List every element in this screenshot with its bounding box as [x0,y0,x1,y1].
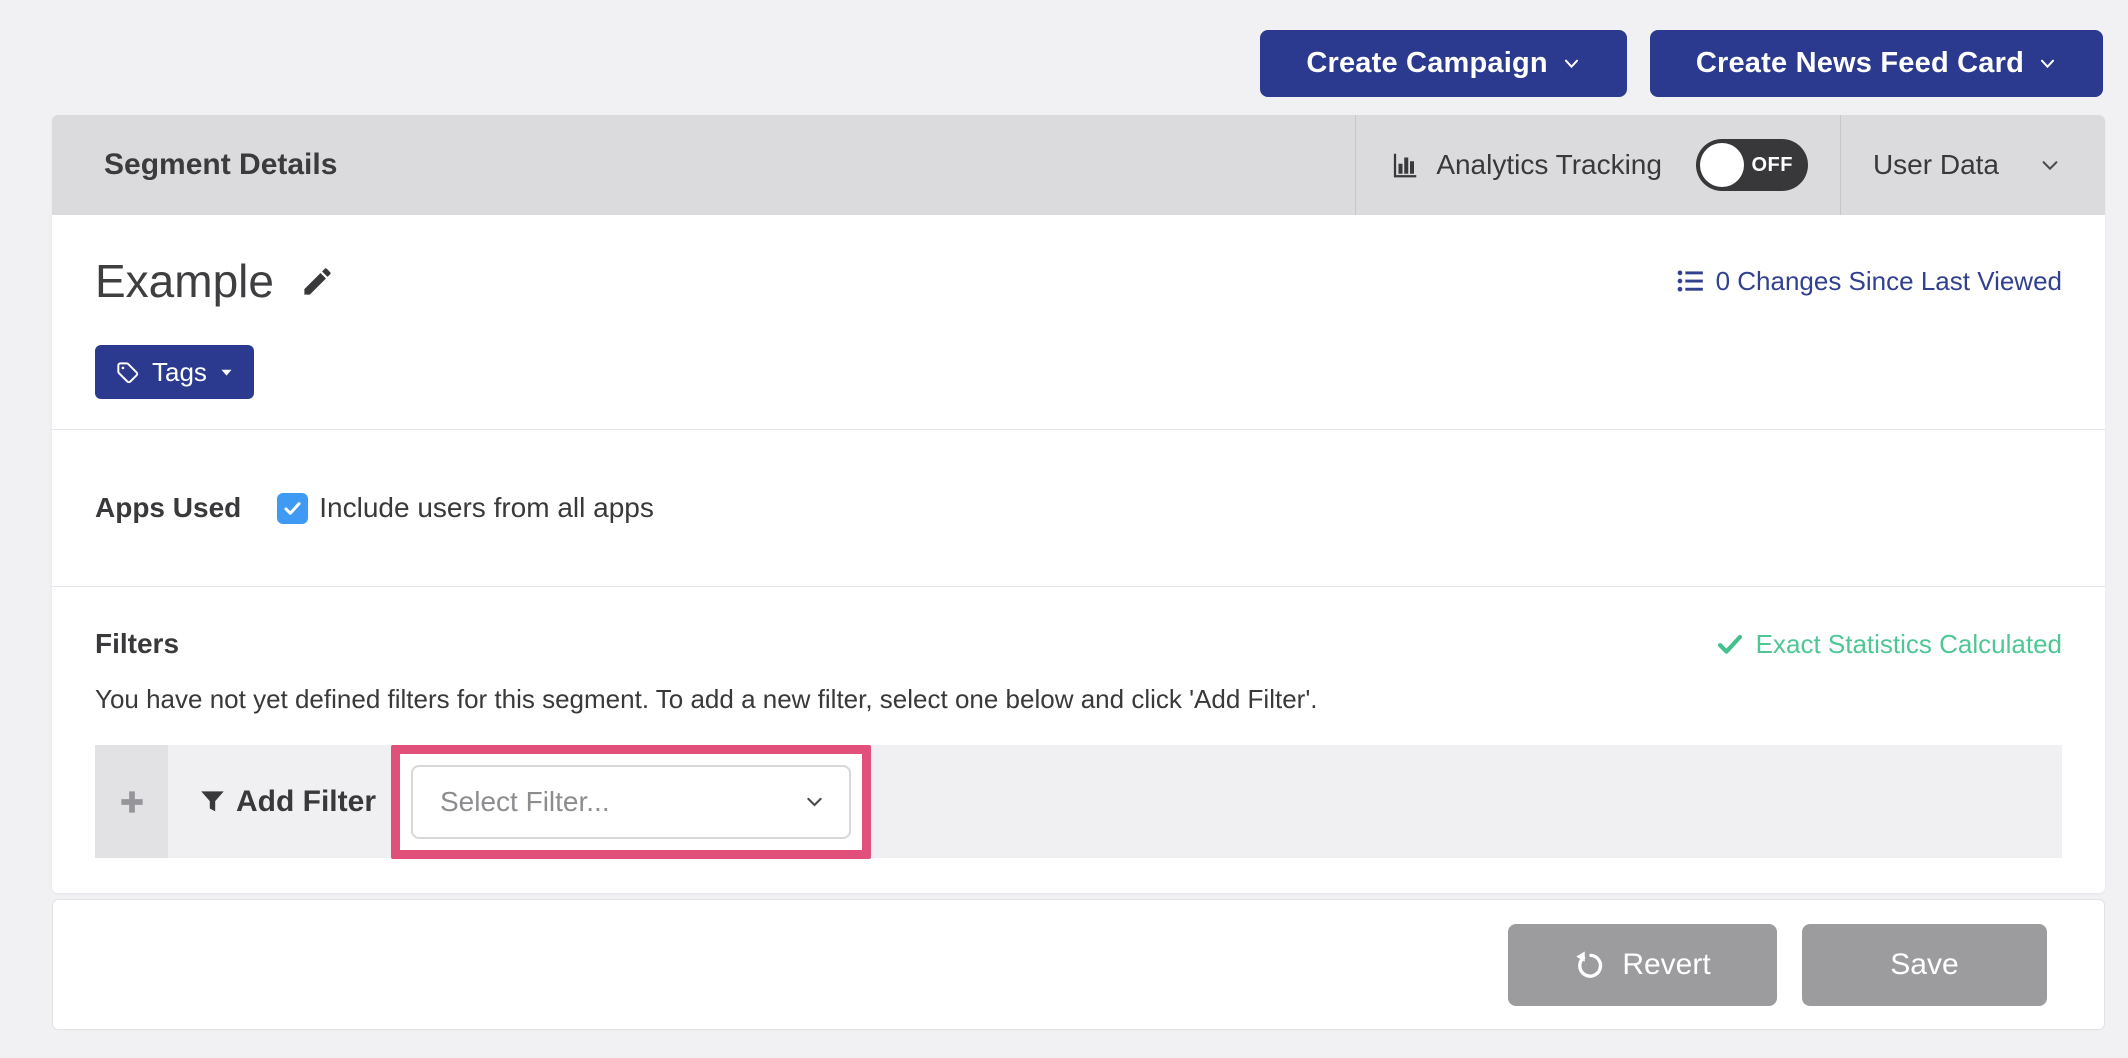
plus-icon [117,787,147,817]
user-data-label: User Data [1873,149,1999,181]
footer-actions-panel: Revert Save [52,899,2105,1030]
save-label: Save [1890,948,1958,982]
create-campaign-label: Create Campaign [1306,47,1548,80]
panel-header-right: Analytics Tracking OFF User Data [1355,115,2105,215]
bar-chart-icon [1390,150,1420,180]
changes-since-last-viewed-link[interactable]: 0 Changes Since Last Viewed [1676,266,2062,297]
checkmark-icon [1716,630,1744,658]
filters-heading: Filters [95,627,179,661]
select-filter-placeholder: Select Filter... [440,786,610,818]
select-filter-dropdown[interactable]: Select Filter... [411,765,851,839]
select-filter-highlight-annotation: Select Filter... [391,745,871,859]
add-filter-row-body: Add Filter Select Filter... [168,745,2062,858]
tags-label: Tags [152,357,207,388]
panel-header: Segment Details Analytics Tracking OFF [52,115,2105,215]
revert-button[interactable]: Revert [1508,924,1777,1006]
segment-details-page: Create Campaign Create News Feed Card Se… [0,0,2128,1058]
save-button[interactable]: Save [1802,924,2047,1006]
analytics-tracking-label: Analytics Tracking [1436,149,1662,181]
funnel-icon [199,788,226,815]
analytics-tracking-control: Analytics Tracking OFF [1355,115,1840,215]
segment-name: Example [95,255,274,307]
user-data-dropdown[interactable]: User Data [1840,115,2105,215]
chevron-down-icon [2038,54,2057,73]
toggle-knob [1700,143,1744,187]
tag-icon [115,360,140,385]
tags-button[interactable]: Tags [95,345,254,399]
exact-statistics-label: Exact Statistics Calculated [1756,629,2062,660]
list-icon [1676,267,1704,295]
include-all-apps-checkbox[interactable] [277,493,308,524]
undo-icon [1574,950,1604,980]
filters-empty-text: You have not yet defined filters for thi… [95,683,2062,715]
create-campaign-button[interactable]: Create Campaign [1260,30,1627,97]
apps-used-section: Apps Used Include users from all apps [52,429,2105,586]
add-filter-label: Add Filter [236,785,376,819]
add-filter-row: Add Filter Select Filter... [95,745,2062,858]
changes-link-label: 0 Changes Since Last Viewed [1716,266,2062,297]
apps-used-label: Apps Used [95,492,241,524]
chevron-down-icon [2039,154,2061,176]
analytics-tracking-toggle[interactable]: OFF [1696,139,1808,191]
panel-title: Segment Details [104,148,337,182]
create-news-feed-card-button[interactable]: Create News Feed Card [1650,30,2103,97]
add-filter-control: Add Filter [199,785,376,819]
add-filter-plus-button[interactable] [95,745,168,858]
filters-section: Filters Exact Statistics Calculated You … [52,586,2105,893]
chevron-down-icon [1562,54,1581,73]
toggle-state-label: OFF [1751,139,1793,191]
top-actions: Create Campaign Create News Feed Card [1260,30,2103,97]
chevron-down-icon [804,791,825,812]
segment-name-section: Example 0 Changes Since Last Viewed [52,215,2105,429]
edit-pencil-icon[interactable] [300,264,335,299]
segment-details-panel: Segment Details Analytics Tracking OFF [52,115,2105,893]
revert-label: Revert [1622,948,1710,982]
check-icon [282,498,303,519]
create-news-feed-card-label: Create News Feed Card [1696,47,2024,80]
exact-statistics-status: Exact Statistics Calculated [1716,629,2062,660]
caret-down-icon [219,365,234,380]
include-all-apps-label: Include users from all apps [319,492,654,524]
